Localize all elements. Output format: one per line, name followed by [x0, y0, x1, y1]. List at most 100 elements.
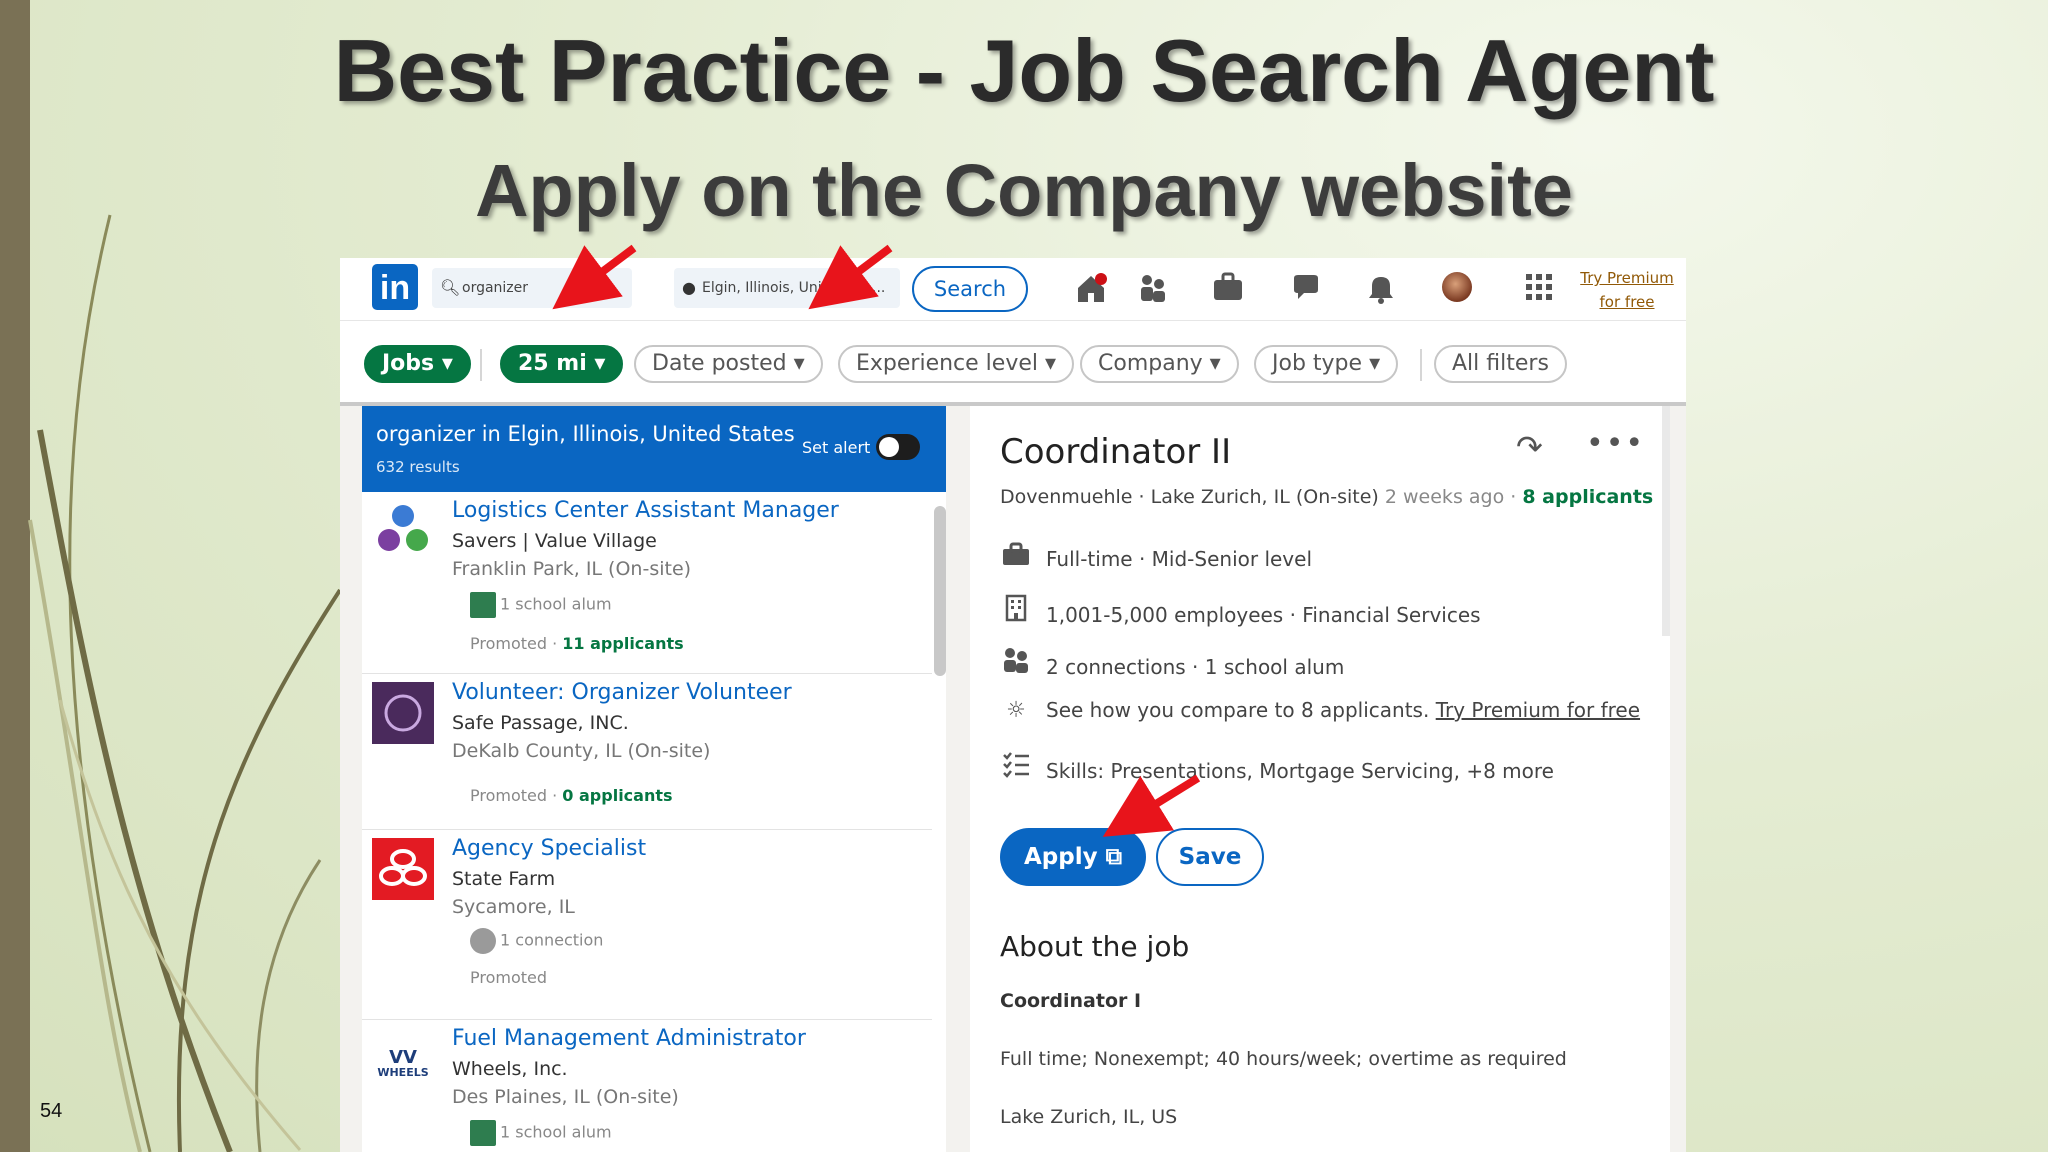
- results-header: organizer in Elgin, Illinois, United Sta…: [362, 406, 946, 492]
- building-icon: [1000, 594, 1032, 628]
- apps-grid-icon[interactable]: [1524, 272, 1554, 302]
- all-filters-button[interactable]: All filters: [1434, 345, 1567, 383]
- list-item[interactable]: VV WHEELS Fuel Management Administrator W…: [362, 1020, 932, 1152]
- caret-down-icon: ▾: [441, 351, 453, 376]
- results-count: 632 results: [376, 458, 460, 476]
- job-detail-panel: Coordinator II ↷ ••• Dovenmuehle · Lake …: [970, 406, 1670, 1152]
- keyword-search-value: organizer: [462, 280, 529, 296]
- company-filter-label: Company: [1098, 351, 1203, 376]
- linkedin-logo[interactable]: in: [372, 264, 418, 310]
- slide-subtitle: Apply on the Company website: [475, 149, 1573, 232]
- compare-text: See how you compare to 8 applicants.: [1046, 698, 1430, 722]
- experience-level-filter[interactable]: Experience level ▾: [838, 345, 1075, 383]
- briefcase-icon: [1000, 542, 1032, 572]
- linkedin-screenshot: in 🔍︎ organizer ● Elgin, Illinois, Unite…: [340, 258, 1686, 1152]
- job-detail-subtitle: Dovenmuehle · Lake Zurich, IL (On-site) …: [1000, 486, 1653, 508]
- caret-down-icon: ▾: [1369, 351, 1381, 376]
- network-icon[interactable]: [1138, 272, 1168, 311]
- company-size-text: 1,001-5,000 employees · Financial Servic…: [1046, 603, 1481, 627]
- wheels-logo: VV WHEELS: [372, 1028, 434, 1090]
- people-icon: [1000, 646, 1032, 680]
- job-location: Franklin Park, IL (On-site): [452, 558, 692, 580]
- share-icon[interactable]: ↷: [1516, 428, 1543, 466]
- filter-divider: [480, 349, 482, 381]
- job-insight-text: 1 school alum: [500, 1122, 612, 1142]
- job-type-text: Full-time · Mid-Senior level: [1046, 547, 1313, 571]
- results-scrollbar[interactable]: [934, 506, 946, 676]
- external-link-icon: ⧉: [1105, 844, 1123, 870]
- job-title[interactable]: Volunteer: Organizer Volunteer: [452, 680, 792, 705]
- wheels-logo-text: WHEELS: [377, 1066, 429, 1079]
- filter-bar: Jobs ▾ 25 mi ▾ Date posted ▾ Experience …: [340, 320, 1686, 406]
- search-button[interactable]: Search: [912, 266, 1028, 312]
- detail-company[interactable]: Dovenmuehle ·: [1000, 486, 1145, 508]
- job-title[interactable]: Fuel Management Administrator: [452, 1026, 806, 1051]
- about-job-location: Lake Zurich, IL, US: [1000, 1106, 1178, 1128]
- distance-filter-pill[interactable]: 25 mi ▾: [500, 345, 624, 383]
- list-item[interactable]: Volunteer: Organizer Volunteer Safe Pass…: [362, 674, 932, 830]
- home-icon[interactable]: [1074, 272, 1108, 311]
- job-insight-text: 1 connection: [500, 930, 604, 950]
- date-posted-filter[interactable]: Date posted ▾: [634, 345, 823, 383]
- skills-info: Skills: Presentations, Mortgage Servicin…: [1000, 750, 1554, 784]
- set-alert-toggle[interactable]: [876, 434, 920, 460]
- job-type-info: Full-time · Mid-Senior level: [1000, 542, 1312, 572]
- job-promoted-line: Promoted · 11 applicants: [470, 634, 684, 653]
- job-type-filter[interactable]: Job type ▾: [1254, 345, 1399, 383]
- apply-button[interactable]: Apply ⧉: [1000, 828, 1146, 886]
- search-icon: 🔍︎: [440, 278, 461, 297]
- jobs-icon[interactable]: [1212, 272, 1244, 309]
- job-location: Des Plaines, IL (On-site): [452, 1086, 679, 1108]
- detail-scrollbar[interactable]: [1662, 406, 1670, 636]
- top-navigation-bar: in 🔍︎ organizer ● Elgin, Illinois, Unite…: [340, 258, 1686, 320]
- compare-info: ☼ See how you compare to 8 applicants. Tr…: [1000, 698, 1640, 723]
- checklist-icon: [1000, 750, 1032, 784]
- job-company: Wheels, Inc.: [452, 1058, 568, 1080]
- job-title[interactable]: Logistics Center Assistant Manager: [452, 498, 839, 523]
- job-results-list: organizer in Elgin, Illinois, United Sta…: [362, 406, 946, 1152]
- job-insight: 1 school alum: [470, 592, 612, 618]
- promoted-label: Promoted ·: [470, 786, 558, 805]
- apply-label: Apply: [1023, 844, 1098, 870]
- job-detail-title: Coordinator II: [1000, 432, 1232, 472]
- applicant-count: 11 applicants: [562, 634, 684, 653]
- job-promoted-line: Promoted · 0 applicants: [470, 786, 673, 805]
- detail-location: Lake Zurich, IL (On-site): [1150, 486, 1379, 508]
- detail-posted: 2 weeks ago ·: [1384, 486, 1517, 508]
- try-premium-link[interactable]: Try Premium for free: [1572, 266, 1682, 314]
- keyword-search-input[interactable]: 🔍︎ organizer: [432, 268, 632, 308]
- list-item[interactable]: Logistics Center Assistant Manager Saver…: [362, 492, 932, 674]
- set-alert-label: Set alert: [802, 438, 871, 457]
- detail-applicants: 8 applicants: [1522, 486, 1654, 508]
- try-premium-inline-link[interactable]: Try Premium for free: [1436, 698, 1640, 722]
- jobs-filter-label: Jobs: [382, 351, 435, 376]
- applicant-count: 0 applicants: [562, 786, 673, 805]
- skills-text: Skills: Presentations, Mortgage Servicin…: [1046, 759, 1554, 783]
- messaging-icon[interactable]: [1290, 272, 1322, 309]
- school-icon: [470, 1120, 496, 1146]
- jobs-filter-pill[interactable]: Jobs ▾: [364, 345, 471, 383]
- job-insight: 1 school alum: [470, 1120, 612, 1146]
- list-item[interactable]: Agency Specialist State Farm Sycamore, I…: [362, 830, 932, 1020]
- location-search-input[interactable]: ● Elgin, Illinois, United Sta...: [674, 268, 900, 308]
- job-location: DeKalb County, IL (On-site): [452, 740, 711, 762]
- save-button[interactable]: Save: [1156, 828, 1264, 886]
- job-title[interactable]: Agency Specialist: [452, 836, 646, 861]
- premium-line-1: Try Premium: [1580, 269, 1674, 287]
- more-options-icon[interactable]: •••: [1586, 426, 1645, 461]
- state-farm-logo: [372, 838, 434, 900]
- company-size-info: 1,001-5,000 employees · Financial Servic…: [1000, 594, 1481, 628]
- promoted-label: Promoted: [470, 968, 548, 987]
- job-insight-text: 1 school alum: [500, 594, 612, 614]
- connections-info: 2 connections · 1 school alum: [1000, 646, 1344, 680]
- savers-company-logo: [378, 505, 428, 551]
- safe-passage-logo: [372, 682, 434, 744]
- job-company: Savers | Value Village: [452, 530, 657, 552]
- notifications-icon[interactable]: [1366, 272, 1396, 311]
- premium-line-2: for free: [1599, 293, 1655, 311]
- company-filter[interactable]: Company ▾: [1080, 345, 1239, 383]
- connections-text: 2 connections · 1 school alum: [1046, 655, 1345, 679]
- avatar[interactable]: [1442, 272, 1472, 302]
- distance-filter-label: 25 mi: [518, 351, 587, 376]
- job-location: Sycamore, IL: [452, 896, 575, 918]
